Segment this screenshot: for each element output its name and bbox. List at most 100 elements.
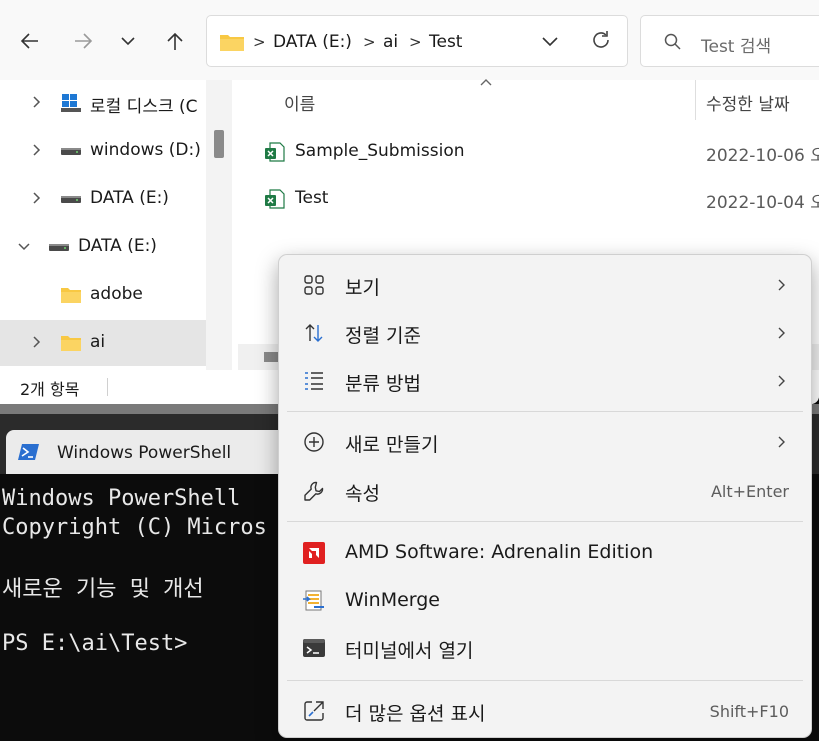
back-button[interactable]: [15, 26, 45, 56]
file-name: Sample_Submission: [295, 141, 465, 161]
search-box[interactable]: Test 검색: [640, 15, 819, 67]
tree-item-windows-d[interactable]: windows (D:): [0, 128, 206, 174]
breadcrumb-drive[interactable]: DATA (E:): [273, 32, 352, 52]
chevron-right-icon: [778, 375, 785, 387]
refresh-icon[interactable]: [589, 28, 613, 52]
tree-item-label: windows (D:): [90, 140, 201, 160]
chevron-right-icon: [778, 327, 785, 339]
breadcrumb-separator: >: [253, 33, 266, 51]
menu-item-label: 터미널에서 열기: [345, 640, 474, 662]
menu-item-show-more-options[interactable]: 더 많은 옵션 표시 Shift+F10: [287, 689, 803, 733]
chevron-down-icon[interactable]: [16, 238, 32, 254]
folder-icon: [220, 35, 244, 51]
menu-item-label: 속성: [345, 483, 380, 505]
recent-locations-button[interactable]: [113, 26, 143, 56]
menu-item-amd-software[interactable]: AMD Software: Adrenalin Edition: [287, 531, 803, 575]
terminal-icon: [303, 639, 325, 657]
forward-button[interactable]: [68, 26, 98, 56]
excel-file-icon: [265, 142, 285, 162]
menu-separator: [287, 521, 803, 522]
menu-item-label: 더 많은 옵션 표시: [345, 703, 486, 725]
drive-icon: [49, 244, 69, 251]
menu-item-open-in-terminal[interactable]: 터미널에서 열기: [287, 626, 803, 670]
menu-item-label: 새로 만들기: [345, 434, 439, 456]
menu-item-view[interactable]: 보기: [287, 263, 803, 307]
menu-item-group-by[interactable]: 분류 방법: [287, 359, 803, 403]
chevron-right-icon[interactable]: [28, 94, 44, 110]
tree-item-ai[interactable]: ai: [0, 320, 206, 366]
winmerge-icon: [303, 590, 324, 611]
item-count: 2개 항목: [20, 380, 80, 399]
chevron-right-icon[interactable]: [28, 334, 44, 350]
file-name: Test: [295, 188, 329, 208]
breadcrumb-separator: >: [409, 33, 422, 51]
menu-item-new[interactable]: 새로 만들기: [287, 420, 803, 464]
excel-file-icon: [265, 189, 285, 209]
amd-icon: [303, 542, 325, 564]
tree-item-local-disk-c[interactable]: 로컬 디스크 (C: [0, 80, 206, 126]
keyboard-shortcut: Shift+F10: [709, 702, 789, 721]
chevron-down-icon[interactable]: [539, 30, 561, 52]
wrench-icon: [304, 481, 324, 501]
console-line: Copyright (C) Micros: [2, 515, 267, 540]
column-header-name[interactable]: 이름: [284, 90, 315, 115]
menu-item-label: 정렬 기준: [345, 325, 421, 347]
tree-item-label: DATA (E:): [78, 236, 157, 256]
menu-item-label: WinMerge: [345, 589, 440, 611]
search-placeholder: Test 검색: [701, 37, 772, 57]
grid-view-icon: [304, 275, 324, 295]
breadcrumb-folder-test[interactable]: Test: [429, 32, 462, 52]
console-line: 새로운 기능 및 개선: [2, 577, 204, 602]
navigation-tree: 로컬 디스크 (C windows (D:) DATA (E:) DATA (E…: [0, 80, 232, 370]
menu-item-winmerge[interactable]: WinMerge: [287, 579, 803, 623]
context-menu: 보기 정렬 기준 분류 방법 새로 만들기 속성 Alt+Enter AMD S…: [278, 254, 812, 738]
file-row-sample-submission[interactable]: Sample_Submission 2022-10-06 오: [232, 130, 819, 174]
tree-item-adobe[interactable]: adobe: [0, 272, 206, 318]
breadcrumb-separator: >: [363, 33, 376, 51]
tree-item-data-e[interactable]: DATA (E:): [0, 176, 206, 222]
tree-item-label: 로컬 디스크 (C: [90, 97, 198, 117]
keyboard-shortcut: Alt+Enter: [710, 482, 789, 501]
tree-item-data-e-expanded[interactable]: DATA (E:): [0, 224, 206, 270]
windows-drive-icon: [61, 94, 81, 112]
terminal-tab-powershell[interactable]: Windows PowerShell: [6, 430, 286, 474]
address-bar[interactable]: > DATA (E:) > ai > Test: [206, 15, 628, 67]
arrow-right-icon: [75, 33, 93, 49]
search-icon: [664, 33, 681, 50]
tree-item-label: DATA (E:): [90, 188, 169, 208]
menu-separator: [287, 680, 803, 681]
breadcrumb-folder-ai[interactable]: ai: [383, 32, 398, 52]
sort-ascending-icon: [480, 79, 492, 86]
menu-item-label: 보기: [345, 277, 380, 299]
scrollbar-thumb[interactable]: [264, 352, 278, 362]
file-row-test[interactable]: Test 2022-10-04 오: [232, 177, 819, 221]
chevron-right-icon: [778, 279, 785, 291]
menu-item-sort-by[interactable]: 정렬 기준: [287, 311, 803, 355]
chevron-right-icon: [778, 436, 785, 448]
column-header-modified[interactable]: 수정한 날짜: [706, 90, 790, 115]
tree-item-label: ai: [90, 332, 106, 352]
status-divider: [107, 378, 108, 396]
column-divider[interactable]: [695, 80, 696, 120]
plus-circle-icon: [304, 432, 324, 452]
folder-icon: [61, 336, 81, 351]
chevron-right-icon[interactable]: [28, 190, 44, 206]
sort-icon: [305, 324, 323, 342]
scrollbar-thumb[interactable]: [214, 130, 224, 158]
console-prompt: PS E:\ai\Test>: [2, 631, 188, 656]
group-by-icon: [305, 372, 323, 390]
chevron-right-icon[interactable]: [28, 142, 44, 158]
console-line: Windows PowerShell: [2, 486, 241, 511]
chevron-down-icon: [121, 37, 135, 46]
folder-icon: [61, 288, 81, 303]
arrow-left-icon: [20, 33, 38, 49]
file-modified-date: 2022-10-06 오: [706, 146, 819, 166]
up-button[interactable]: [160, 26, 190, 56]
terminal-tab-title: Windows PowerShell: [57, 443, 232, 463]
tree-scrollbar[interactable]: [206, 80, 232, 370]
powershell-icon: [18, 444, 39, 460]
file-modified-date: 2022-10-04 오: [706, 193, 819, 213]
menu-separator: [287, 411, 803, 412]
menu-item-properties[interactable]: 속성 Alt+Enter: [287, 469, 803, 513]
more-options-icon: [304, 701, 324, 721]
